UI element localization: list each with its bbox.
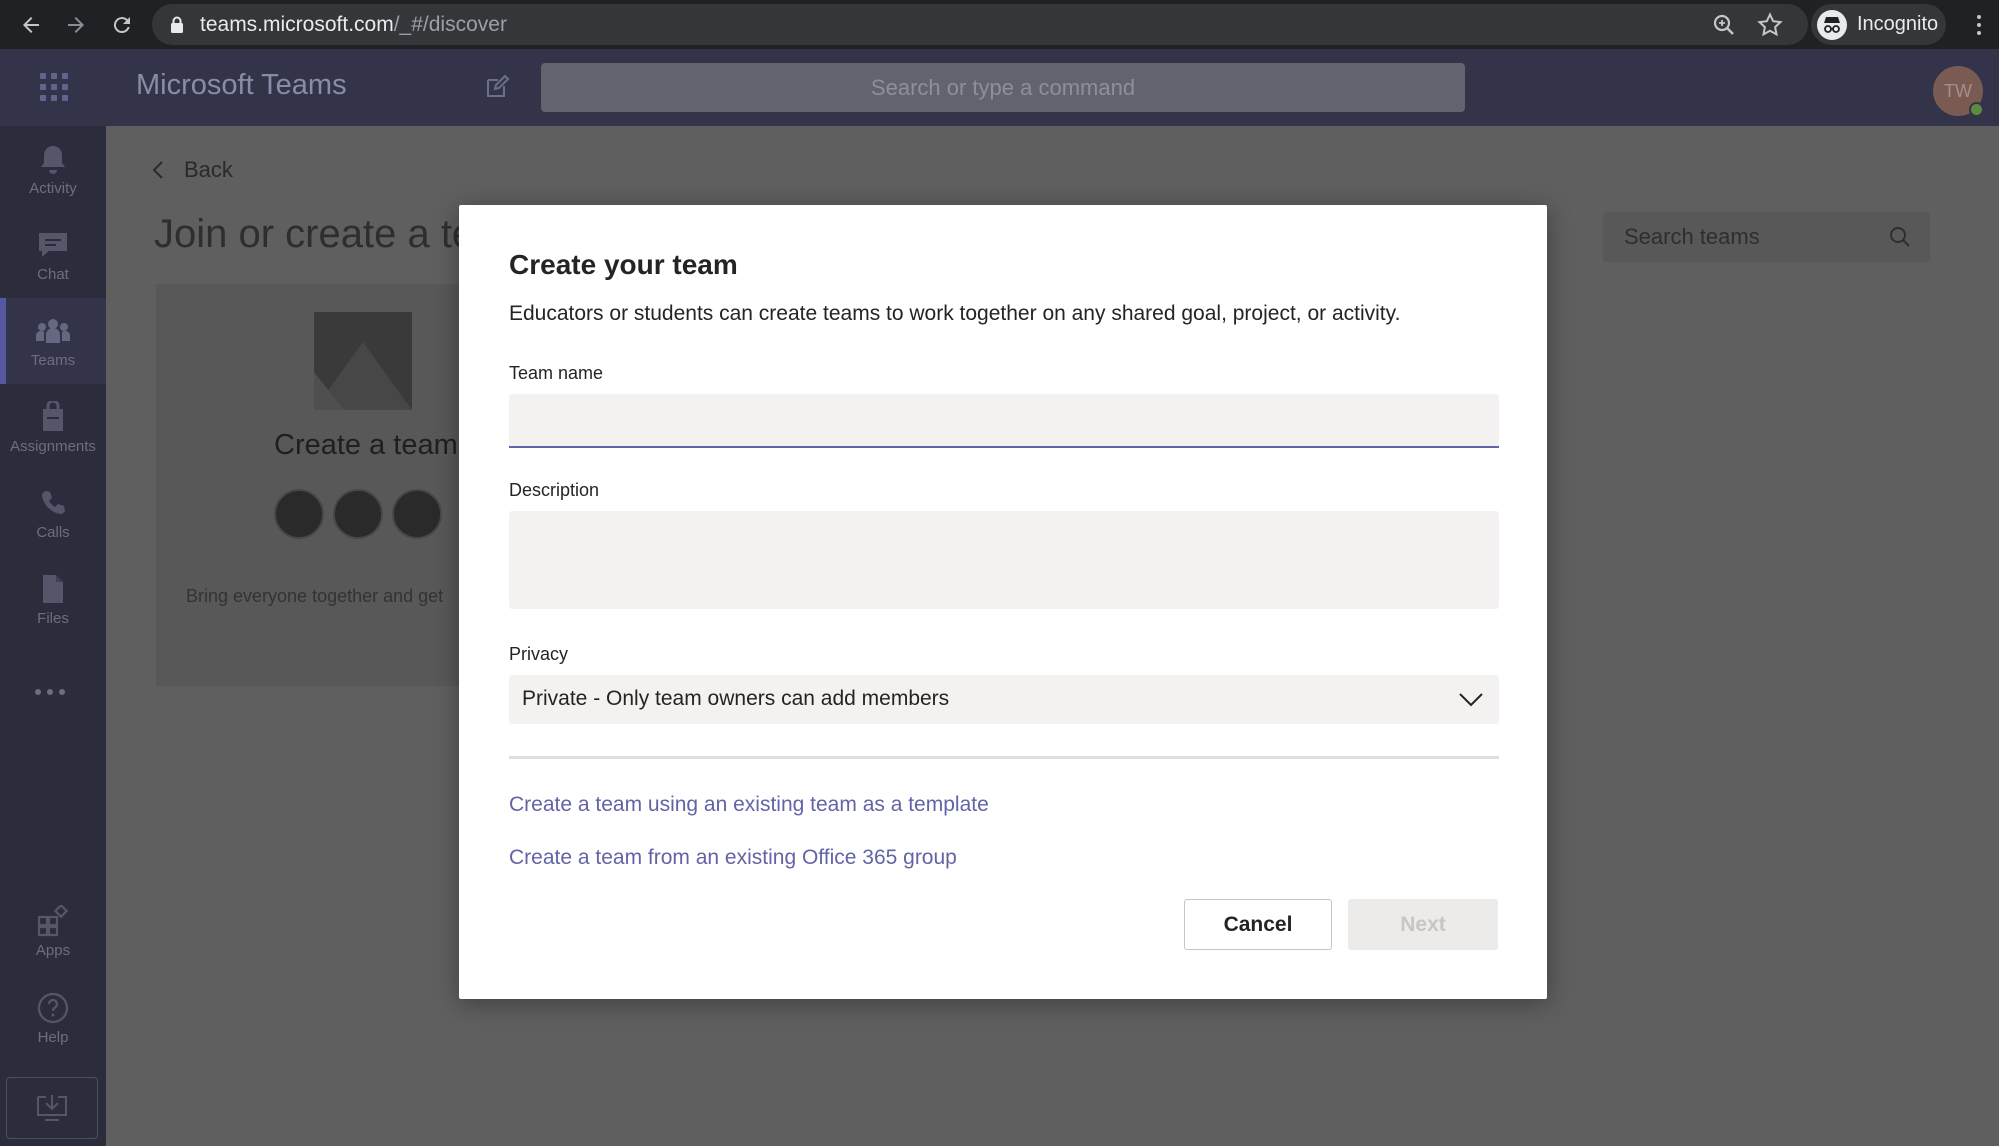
create-card-title: Create a team [274,429,458,461]
app-title: Microsoft Teams [136,69,347,101]
assignments-icon [36,400,70,434]
teams-header: Microsoft Teams Search or type a command… [0,49,1999,126]
search-icon [1890,227,1910,247]
help-icon [36,991,70,1025]
privacy-select[interactable]: Private - Only team owners can add membe… [509,675,1499,724]
rail-item-activity[interactable]: Activity [0,126,106,212]
rail-label: Apps [35,941,71,959]
rail-label: Activity [29,179,77,197]
cancel-button[interactable]: Cancel [1184,899,1332,950]
address-bar[interactable]: teams.microsoft.com/_#/discover [152,4,1808,45]
reload-icon[interactable] [99,2,145,48]
rail-label: Help [37,1028,69,1046]
rail-label: Teams [30,351,76,369]
privacy-selected-value: Private - Only team owners can add membe… [522,687,950,710]
member-avatars [274,489,442,539]
command-search-input[interactable]: Search or type a command [541,63,1465,112]
incognito-label: Incognito [1857,13,1939,35]
lock-icon [171,16,183,33]
chevron-left-icon [152,161,163,179]
team-name-label: Team name [509,363,604,383]
app-launcher-icon[interactable] [40,73,68,101]
star-icon[interactable] [1756,11,1784,39]
back-link[interactable]: Back [152,157,233,183]
teams-icon [36,314,70,348]
back-label: Back [184,157,233,182]
rail-item-apps[interactable]: Apps [0,888,106,974]
browser-menu-icon[interactable] [1965,8,1993,42]
rail-label: Assignments [10,437,96,455]
app-rail: Activity Chat Teams Assignments Calls Fi… [0,126,106,1146]
description-input[interactable] [509,511,1499,609]
phone-icon [36,486,70,520]
rail-label: Files [37,609,69,627]
office-group-link[interactable]: Create a team from an existing Office 36… [509,846,957,870]
download-app-button[interactable] [6,1077,98,1139]
team-illustration-icon [314,312,412,410]
template-link[interactable]: Create a team using an existing team as … [509,793,989,817]
rail-item-files[interactable]: Files [0,556,106,642]
rail-item-chat[interactable]: Chat [0,212,106,298]
bell-icon [36,142,70,176]
next-button[interactable]: Next [1348,899,1498,950]
browser-toolbar: teams.microsoft.com/_#/discover Incognit… [0,0,1999,49]
create-card-description: Bring everyone together and get [186,586,444,606]
file-icon [36,572,70,606]
incognito-icon [1817,9,1847,40]
divider [509,756,1499,759]
search-teams-input[interactable]: Search teams [1603,212,1930,262]
compose-icon[interactable] [483,73,511,101]
privacy-label: Privacy [509,644,569,664]
incognito-profile[interactable]: Incognito [1811,4,1946,45]
create-team-dialog: Create your team Educators or students c… [459,205,1547,999]
rail-item-assignments[interactable]: Assignments [0,384,106,470]
url-text: teams.microsoft.com/_#/discover [200,13,507,36]
search-teams-placeholder: Search teams [1624,224,1760,249]
download-icon [37,1095,67,1121]
page-title: Join or create a tea [154,212,497,256]
apps-icon [36,904,70,938]
presence-indicator [1969,102,1984,117]
dialog-subtitle: Educators or students can create teams t… [509,302,1401,325]
team-name-input[interactable] [509,394,1499,448]
back-arrow-icon[interactable] [8,2,54,48]
rail-item-calls[interactable]: Calls [0,470,106,556]
more-apps-icon[interactable] [35,689,65,695]
forward-arrow-icon[interactable] [53,2,99,48]
rail-item-teams[interactable]: Teams [0,298,106,384]
chevron-down-icon [1459,693,1483,707]
chat-icon [36,228,70,262]
zoom-icon[interactable] [1710,11,1738,39]
rail-label: Chat [37,265,69,283]
rail-label: Calls [36,523,70,541]
dialog-title: Create your team [509,249,738,280]
rail-item-help[interactable]: Help [0,975,106,1061]
description-label: Description [509,480,600,500]
